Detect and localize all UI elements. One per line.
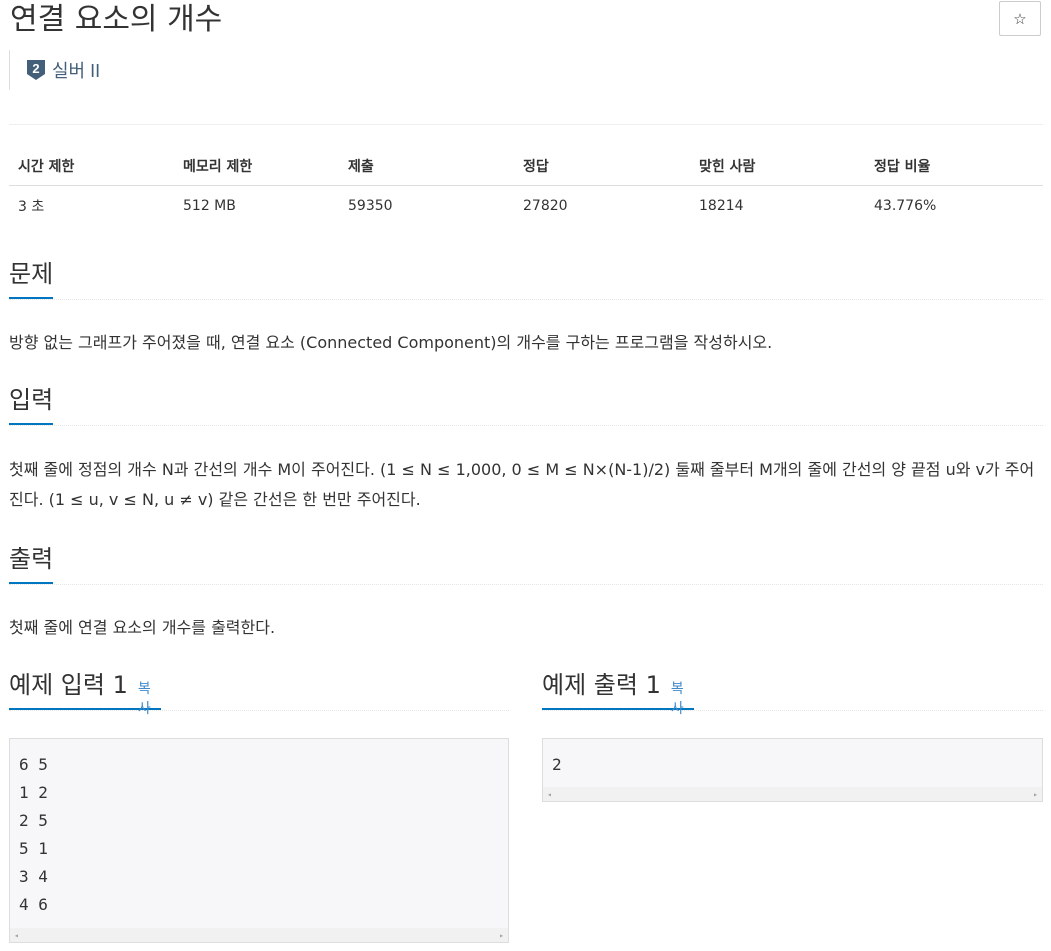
sample-input-text: 6 5 1 2 2 5 5 1 3 4 4 6: [19, 755, 48, 914]
input-section-title: 입력: [9, 386, 54, 414]
tier-block: 2 실버 II: [9, 50, 100, 90]
input-description: 첫째 줄에 정점의 개수 N과 간선의 개수 M이 주어진다. (1 ≤ N ≤…: [9, 460, 1035, 509]
output-section-header: 출력: [9, 544, 1043, 585]
sample-input-title: 예제 입력 1: [9, 671, 128, 699]
sample-output-text: 2: [552, 755, 562, 774]
accept-ratio-header: 정답 비율: [865, 146, 1043, 186]
scroll-left-arrow-icon[interactable]: ◂: [14, 931, 19, 940]
sample-input-scrollbar[interactable]: ◂ ▸: [10, 928, 508, 942]
star-button[interactable]: ☆: [999, 1, 1041, 36]
star-icon: ☆: [1013, 9, 1027, 28]
output-section-title: 출력: [9, 545, 54, 573]
accepted-header: 정답: [514, 146, 690, 186]
problem-description: 방향 없는 그래프가 주어졌을 때, 연결 요소 (Connected Comp…: [9, 333, 773, 352]
accept-ratio-value: 43.776%: [874, 198, 937, 214]
sample-output-box[interactable]: 2 ◂ ▸: [542, 738, 1043, 802]
submissions-value[interactable]: 59350: [339, 186, 514, 227]
output-description: 첫째 줄에 연결 요소의 개수를 출력한다.: [9, 618, 276, 637]
page-title: 연결 요소의 개수: [10, 2, 223, 37]
copy-sample-output-button[interactable]: 복사: [671, 678, 694, 718]
sample-output-title: 예제 출력 1: [542, 671, 661, 699]
scroll-left-arrow-icon[interactable]: ◂: [547, 790, 552, 799]
time-limit-header: 시간 제한: [9, 146, 174, 186]
solved-users-header: 맞힌 사람: [690, 146, 865, 186]
silver-tier-badge-icon: 2: [27, 60, 45, 80]
memory-limit-value: 512 MB: [183, 198, 236, 214]
info-value-row: 3 초 512 MB 59350 27820 18214 43.776%: [9, 186, 1043, 227]
sample-input-box[interactable]: 6 5 1 2 2 5 5 1 3 4 4 6 ◂ ▸: [9, 738, 509, 943]
time-limit-value: 3 초: [18, 199, 45, 215]
memory-limit-header: 메모리 제한: [174, 146, 339, 186]
tier-label[interactable]: 실버 II: [52, 57, 100, 83]
scroll-right-arrow-icon[interactable]: ▸: [499, 931, 504, 940]
input-section-header: 입력: [9, 385, 1043, 426]
info-header-row: 시간 제한 메모리 제한 제출 정답 맞힌 사람 정답 비율: [9, 146, 1043, 186]
problem-section-header: 문제: [9, 259, 1043, 300]
scroll-right-arrow-icon[interactable]: ▸: [1033, 790, 1038, 799]
sample-output-header: 예제 출력 1 복사: [542, 670, 1043, 717]
divider: [9, 124, 1043, 125]
sample-output-scrollbar[interactable]: ◂ ▸: [543, 787, 1042, 801]
problem-section-title: 문제: [9, 260, 54, 288]
submissions-header: 제출: [339, 146, 514, 186]
tier-level-text: 2: [32, 61, 39, 76]
sample-input-header: 예제 입력 1 복사: [9, 670, 509, 717]
accepted-value[interactable]: 27820: [514, 186, 690, 227]
copy-sample-input-button[interactable]: 복사: [138, 678, 161, 718]
problem-info-table: 시간 제한 메모리 제한 제출 정답 맞힌 사람 정답 비율 3 초 512 M…: [9, 146, 1043, 226]
solved-users-value[interactable]: 18214: [690, 186, 865, 227]
